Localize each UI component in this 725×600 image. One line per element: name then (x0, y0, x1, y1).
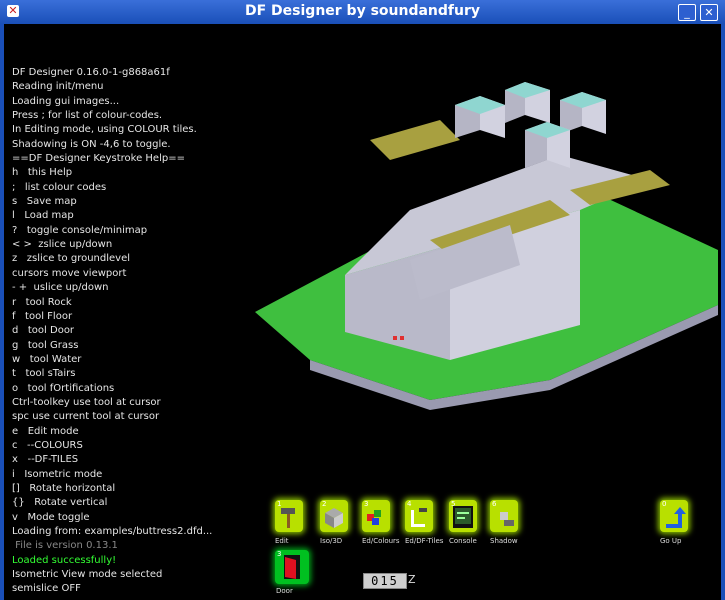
console-line: Isometric View mode selected (12, 569, 163, 581)
console-line: o tool fOrtifications (12, 382, 115, 394)
tool-label: Ed/DF-Tiles (405, 537, 444, 545)
yellow-floor-left (370, 120, 460, 160)
console-line: x --DF-TILES (12, 454, 79, 466)
console-log: DF Designer 0.16.0-1-g868a61f Reading ini… (12, 66, 272, 597)
cube-icon (325, 508, 343, 528)
console-line: t tool sTairs (12, 368, 76, 380)
tool-button-edit[interactable]: 1 (275, 500, 303, 532)
console-line: Press ; for list of colour-codes. (12, 110, 163, 122)
console-line: c --COLOURS (12, 439, 83, 451)
console-line: i Isometric mode (12, 468, 103, 480)
tool-label: Console (449, 537, 477, 545)
console-line: semislice OFF (12, 583, 81, 595)
console-line: Ctrl-toolkey use tool at cursor (12, 396, 161, 408)
console-line: l Load map (12, 210, 74, 222)
door-marker (400, 336, 404, 340)
isometric-map-view[interactable] (250, 60, 720, 420)
console-line: File is version 0.13.1 (12, 540, 118, 552)
window-border-left (0, 24, 4, 600)
console-line: f tool Floor (12, 310, 73, 322)
tower-2 (505, 82, 550, 123)
door-tool-number: 3 (277, 550, 282, 558)
console-line: ; list colour codes (12, 181, 107, 193)
door-marker (393, 336, 397, 340)
console-line: In Editing mode, using COLOUR tiles. (12, 124, 197, 136)
window-title: DF Designer by soundandfury (244, 3, 481, 19)
tool-button-console[interactable]: 5 (449, 500, 477, 532)
console-line: [] Rotate horizontal (12, 482, 116, 494)
colour-blocks-icon (367, 510, 381, 525)
console-line: Reading init/menu (12, 81, 104, 93)
console-line: cursors move viewport (12, 267, 127, 279)
tower-1 (455, 96, 505, 138)
minimize-button[interactable]: _ (678, 4, 696, 21)
zslice-axis-label: Z (408, 573, 416, 586)
door-icon (284, 555, 300, 579)
console-line: v Mode toggle (12, 511, 90, 523)
console-line: z zslice to groundlevel (12, 253, 131, 265)
window-border-right (721, 24, 725, 600)
tower-3 (560, 92, 606, 134)
console-icon (453, 506, 473, 528)
tool-label: Iso/3D (320, 537, 343, 545)
shadow-icon (500, 512, 514, 526)
window-titlebar[interactable]: ✕ DF Designer by soundandfury _ ✕ (0, 0, 725, 24)
console-line: Shadowing is ON -4,6 to toggle. (12, 138, 171, 150)
console-line: w tool Water (12, 353, 82, 365)
console-line: h this Help (12, 167, 73, 179)
close-button[interactable]: ✕ (700, 4, 718, 21)
tool-label: Edit (275, 537, 289, 545)
console-line: ? toggle console/minimap (12, 224, 148, 236)
console-line: e Edit mode (12, 425, 79, 437)
console-line: s Save map (12, 196, 77, 208)
arrow-up-icon (666, 507, 686, 528)
door-tool-button[interactable]: 3 (275, 550, 309, 584)
tool-button-go-up[interactable]: 0 (660, 500, 688, 532)
tool-button-iso-3d[interactable]: 2 (320, 500, 348, 532)
console-line: Loading gui images... (12, 95, 120, 107)
console-line: - + uslice up/down (12, 282, 109, 294)
tool-button-ed-colours[interactable]: 3 (362, 500, 390, 532)
console-line: d tool Door (12, 325, 75, 337)
tool-label: Ed/Colours (362, 537, 400, 545)
console-line: spc use current tool at cursor (12, 411, 160, 423)
console-line: r tool Rock (12, 296, 72, 308)
tool-label: Go Up (660, 537, 682, 545)
tool-button-shadow[interactable]: 6 (490, 500, 518, 532)
tool-label: Shadow (490, 537, 518, 545)
zslice-display: 015 (363, 573, 407, 589)
console-line: g tool Grass (12, 339, 79, 351)
console-line: {} Rotate vertical (12, 497, 108, 509)
hammer-icon (281, 508, 295, 528)
console-line: DF Designer 0.16.0-1-g868a61f (12, 67, 170, 78)
console-line: < > zslice up/down (12, 239, 113, 251)
tiles-hammer-icon (411, 508, 427, 527)
tool-button-ed-df-tiles[interactable]: 4 (405, 500, 433, 532)
door-tool-label: Door (276, 587, 293, 595)
console-line: ==DF Designer Keystroke Help== (12, 153, 185, 165)
console-line: Loaded successfully! (12, 554, 117, 566)
console-line: Loading from: examples/buttress2.dfd... (12, 526, 213, 537)
